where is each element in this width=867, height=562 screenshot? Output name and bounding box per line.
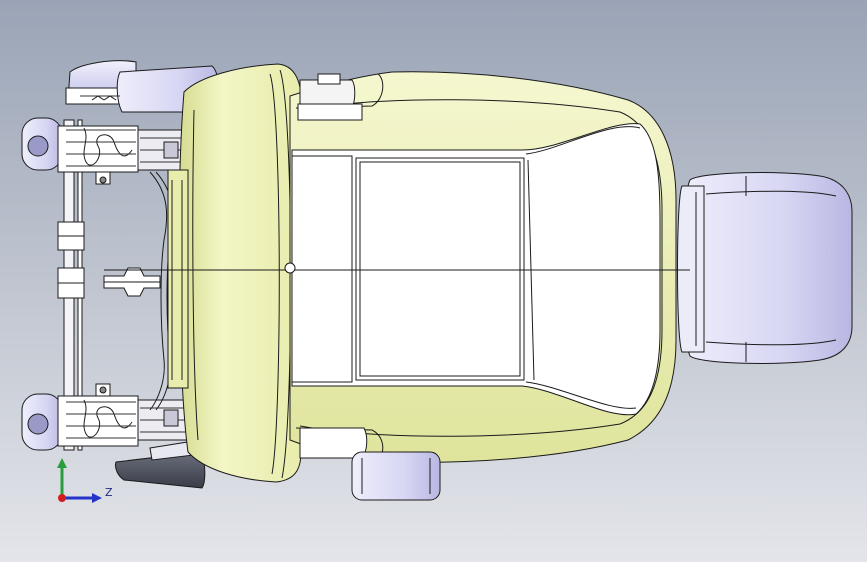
pivot-bracket-top[interactable] xyxy=(297,73,363,121)
z-axis-arrow xyxy=(62,493,102,503)
z-axis-label: Z xyxy=(105,486,113,499)
y-axis-arrow xyxy=(57,458,67,498)
front-pad[interactable] xyxy=(677,172,853,364)
seatback-shell[interactable] xyxy=(167,63,302,483)
seat-cushion-shell[interactable] xyxy=(289,71,677,463)
cad-viewport[interactable]: Z xyxy=(0,0,867,562)
recliner-mechanism-top[interactable] xyxy=(21,117,189,185)
x-axis-point xyxy=(58,494,66,502)
seat-assembly-model[interactable] xyxy=(0,0,867,562)
view-orientation-triad[interactable]: Z xyxy=(50,458,120,508)
